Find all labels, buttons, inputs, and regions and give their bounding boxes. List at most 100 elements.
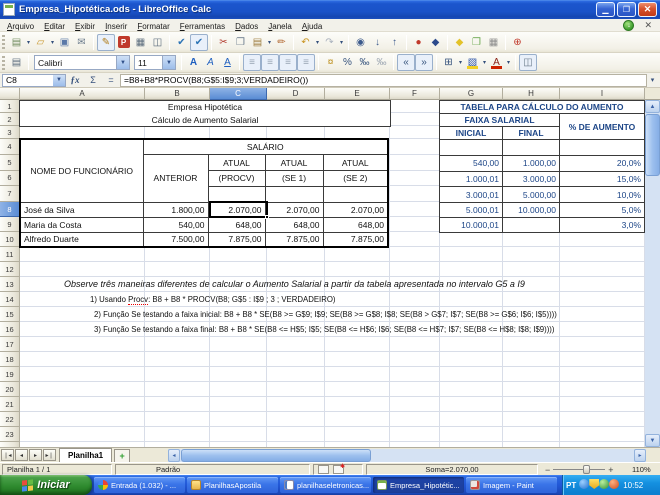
print-icon[interactable]: ▦: [132, 34, 149, 51]
cell-h3-final-header[interactable]: FINAL: [503, 127, 560, 140]
insert-mode-icon[interactable]: [318, 465, 329, 474]
column-header-g[interactable]: G: [440, 88, 503, 100]
find-replace-icon[interactable]: ◉: [352, 34, 369, 51]
chevron-down-icon[interactable]: ▾: [338, 39, 345, 46]
chevron-down-icon[interactable]: ▼: [162, 56, 175, 69]
chevron-down-icon[interactable]: ▼: [53, 75, 65, 86]
expand-formula-bar-icon[interactable]: ▾: [647, 76, 658, 84]
cell-i9[interactable]: 3,0%: [560, 218, 645, 233]
cell-b9[interactable]: 540,00: [143, 217, 208, 232]
taskbar-button-5[interactable]: Imagem - Paint: [466, 477, 557, 493]
alert-icon[interactable]: [609, 479, 619, 489]
row-header-20[interactable]: 20: [0, 382, 20, 397]
align-justify-icon[interactable]: ≡: [297, 54, 315, 71]
undo-icon[interactable]: ↶: [297, 34, 314, 51]
borders-icon[interactable]: ⊞: [440, 54, 457, 71]
messenger-icon[interactable]: [579, 479, 589, 489]
clock[interactable]: 10:52: [623, 481, 643, 490]
row-header-12[interactable]: 12: [0, 262, 20, 277]
align-right-icon[interactable]: ≡: [279, 54, 297, 71]
fill-handle[interactable]: [265, 215, 269, 219]
cell-g9[interactable]: 10.000,01: [440, 218, 503, 233]
cell-b5-anterior-header[interactable]: ANTERIOR: [143, 155, 208, 202]
cut-icon[interactable]: ✂: [215, 34, 232, 51]
close-document-icon[interactable]: ✕: [644, 20, 652, 31]
restore-button[interactable]: ❐: [617, 2, 636, 17]
cell-d7[interactable]: [265, 186, 323, 202]
update-available-icon[interactable]: ↓: [623, 20, 634, 31]
first-sheet-button[interactable]: ❘◂: [1, 449, 14, 461]
unsaved-changes-icon[interactable]: [333, 465, 344, 474]
cell-c9[interactable]: 648,00: [208, 217, 265, 232]
sort-descending-icon[interactable]: ↑: [386, 34, 403, 51]
column-header-i[interactable]: I: [560, 88, 645, 100]
chevron-down-icon[interactable]: ▼: [116, 56, 129, 69]
cell-a8[interactable]: José da Silva: [20, 202, 143, 217]
sort-ascending-icon[interactable]: ↓: [369, 34, 386, 51]
taskbar-button-4[interactable]: Empresa_Hipotétic...: [373, 477, 464, 493]
cell-h9[interactable]: [503, 218, 560, 233]
menu-item-inserir[interactable]: Inserir: [100, 22, 132, 31]
cell-d6-se1-header[interactable]: (SE 1): [265, 171, 323, 187]
antivirus-icon[interactable]: [599, 479, 609, 489]
row-header-3[interactable]: 3: [0, 126, 20, 139]
save-icon[interactable]: ▣: [56, 34, 73, 51]
next-sheet-button[interactable]: ▸: [29, 449, 42, 461]
taskbar-button-1[interactable]: Entrada (1.032) - ...: [94, 477, 185, 493]
row-header-1[interactable]: 1: [0, 100, 20, 113]
menu-item-editar[interactable]: Editar: [39, 22, 70, 31]
auto-spellcheck-icon[interactable]: ✔: [190, 34, 208, 51]
column-header-c[interactable]: C: [210, 88, 267, 100]
merged-title-cells[interactable]: Empresa Hipotética Cálculo de Aumento Sa…: [19, 100, 391, 127]
draw-functions-icon[interactable]: ❐: [468, 34, 485, 51]
row-header-17[interactable]: 17: [0, 337, 20, 352]
row-header-16[interactable]: 16: [0, 322, 20, 337]
row-header-6[interactable]: 6: [0, 171, 20, 187]
cell-note-line2[interactable]: 2) Função Se testando a faixa inicial: B…: [94, 307, 557, 322]
taskbar-button-2[interactable]: PlanilhasApostila: [187, 477, 278, 493]
italic-icon[interactable]: A: [202, 54, 219, 71]
cell-reference-box[interactable]: C8 ▼: [2, 74, 66, 87]
cell-i7[interactable]: 10,0%: [560, 187, 645, 203]
cell-e7[interactable]: [323, 186, 388, 202]
menu-item-exibir[interactable]: Exibir: [70, 22, 100, 31]
print-preview-icon[interactable]: ◫: [149, 34, 166, 51]
cell-g7[interactable]: 3.000,01: [440, 187, 503, 203]
align-left-icon[interactable]: ≡: [243, 54, 261, 71]
start-button[interactable]: Iniciar: [0, 475, 92, 495]
email-icon[interactable]: ✉: [73, 34, 90, 51]
navigator-icon[interactable]: ◆: [427, 34, 444, 51]
cell-h7[interactable]: 5.000,00: [503, 187, 560, 203]
bold-icon[interactable]: A: [185, 54, 202, 71]
chevron-down-icon[interactable]: ▾: [49, 39, 56, 46]
chevron-down-icon[interactable]: ▾: [505, 59, 512, 66]
chevron-down-icon[interactable]: ▾: [314, 39, 321, 46]
zoom-out-button[interactable]: −: [545, 465, 550, 475]
open-folder-icon[interactable]: ▱: [32, 34, 49, 51]
font-size-select[interactable]: 11 ▼: [134, 55, 176, 70]
cell-i2-pct-header[interactable]: % DE AUMENTO: [560, 114, 645, 140]
help-icon[interactable]: ⊕: [509, 34, 526, 51]
cell-c6-procv-header[interactable]: (PROCV): [208, 171, 265, 187]
formula-button[interactable]: =: [103, 74, 119, 87]
toolbar-grip[interactable]: [2, 56, 5, 70]
function-wizard-button[interactable]: ƒx: [67, 74, 83, 87]
redo-icon[interactable]: ↷: [321, 34, 338, 51]
cell-i8[interactable]: 5,0%: [560, 203, 645, 218]
column-header-a[interactable]: A: [20, 88, 145, 100]
row-header-21[interactable]: 21: [0, 397, 20, 412]
font-color-icon[interactable]: A: [488, 54, 505, 71]
row-header-10[interactable]: 10: [0, 232, 20, 247]
align-center-icon[interactable]: ≡: [261, 54, 279, 71]
previous-sheet-button[interactable]: ◂: [15, 449, 28, 461]
vertical-scroll-thumb[interactable]: [645, 114, 660, 176]
cell-h6[interactable]: 3.000,00: [503, 171, 560, 187]
increase-indent-icon[interactable]: »: [415, 54, 433, 71]
chevron-down-icon[interactable]: ▾: [481, 59, 488, 66]
scroll-down-button[interactable]: ▼: [645, 434, 660, 447]
cell-e5-atual-header[interactable]: ATUAL: [323, 155, 388, 171]
column-header-h[interactable]: H: [503, 88, 560, 100]
cell-note-intro[interactable]: Observe três maneiras diferentes de calc…: [64, 277, 525, 292]
zoom-slider-thumb[interactable]: [583, 465, 590, 474]
cell-i4[interactable]: [560, 140, 645, 156]
